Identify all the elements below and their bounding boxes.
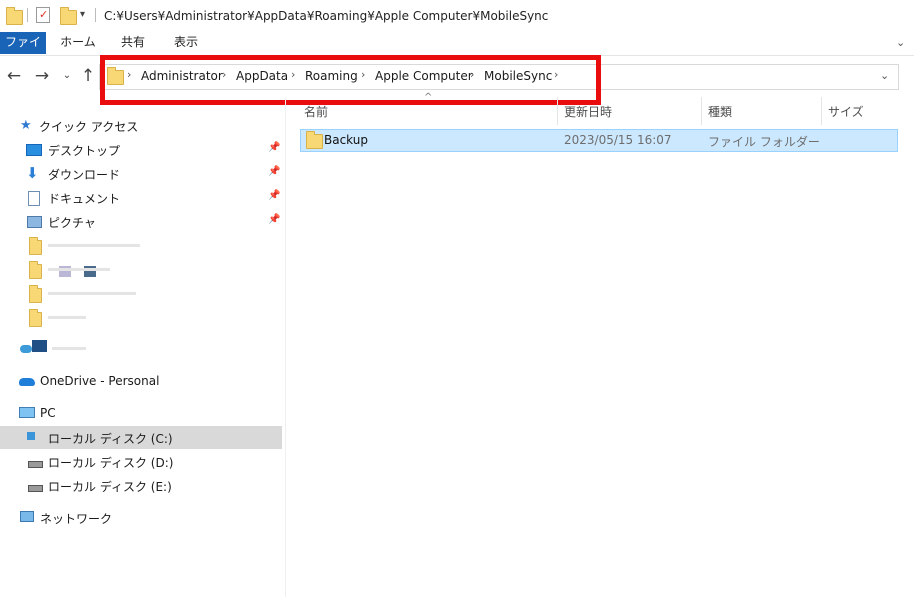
column-divider[interactable] xyxy=(701,97,702,125)
column-header-size[interactable]: サイズ xyxy=(828,103,864,120)
sidebar-item-downloads[interactable]: ⬇ ダウンロード 📌 xyxy=(0,162,282,185)
document-icon xyxy=(28,191,40,206)
sidebar-item-pictures[interactable]: ピクチャ 📌 xyxy=(0,210,282,233)
checklist-icon[interactable]: ✓ xyxy=(36,7,50,23)
obscured-label xyxy=(48,292,136,295)
folder-icon xyxy=(29,309,42,327)
pane-divider[interactable] xyxy=(285,97,286,597)
network-icon xyxy=(20,511,34,522)
column-divider[interactable] xyxy=(821,97,822,125)
sidebar-item-obscured[interactable] xyxy=(0,337,282,360)
window-title: C:¥Users¥Administrator¥AppData¥Roaming¥A… xyxy=(104,9,549,23)
ribbon-tabs: ファイル ホーム 共有 表示 ⌄ xyxy=(0,32,914,70)
sidebar-item-documents[interactable]: ドキュメント 📌 xyxy=(0,186,282,209)
tab-file[interactable]: ファイル xyxy=(0,32,46,70)
back-arrow-icon[interactable]: ← xyxy=(4,66,24,86)
dropdown-arrow-icon[interactable]: ▾ xyxy=(80,9,85,20)
sidebar-item-drive-c[interactable]: ローカル ディスク (C:) xyxy=(0,426,282,449)
file-name[interactable]: Backup xyxy=(324,133,368,147)
sidebar-item-quick-access[interactable]: ★ クイック アクセス xyxy=(0,114,282,137)
sidebar-item-onedrive[interactable]: OneDrive - Personal xyxy=(0,370,282,393)
drive-icon xyxy=(28,461,43,468)
column-divider[interactable] xyxy=(557,97,558,125)
sidebar-item-obscured[interactable] xyxy=(0,306,282,329)
sidebar-item-label: ローカル ディスク (D:) xyxy=(48,456,174,470)
sidebar-item-label: ダウンロード xyxy=(48,168,121,182)
picture-icon xyxy=(27,216,42,228)
desktop-icon xyxy=(26,144,42,156)
recent-dropdown-icon[interactable]: ⌄ xyxy=(57,66,77,86)
sidebar-item-obscured[interactable] xyxy=(0,258,282,281)
forward-arrow-icon[interactable]: → xyxy=(32,66,52,86)
sidebar-item-label: ネットワーク xyxy=(40,512,113,526)
navigation-pane: ★ クイック アクセス デスクトップ 📌 ⬇ ダウンロード 📌 ドキュメント 📌… xyxy=(0,97,285,597)
sidebar-item-label: クイック アクセス xyxy=(39,120,139,134)
sidebar-item-label: ローカル ディスク (C:) xyxy=(48,432,173,446)
table-row[interactable]: Backup 2023/05/15 16:07 ファイル フォルダー xyxy=(300,129,898,152)
up-arrow-icon[interactable]: ↑ xyxy=(78,66,98,86)
pc-icon xyxy=(19,407,35,418)
pin-icon[interactable]: 📌 xyxy=(268,142,280,153)
title-divider xyxy=(27,8,28,22)
sidebar-item-label: PC xyxy=(40,406,56,420)
folder-icon xyxy=(29,261,42,279)
obscured-label xyxy=(48,244,140,247)
tab-share[interactable]: 共有 xyxy=(112,32,154,54)
sidebar-item-label: ピクチャ xyxy=(48,216,96,230)
sidebar-item-label: デスクトップ xyxy=(48,144,121,158)
folder-icon xyxy=(29,285,42,303)
new-folder-icon[interactable] xyxy=(60,7,77,25)
file-type: ファイル フォルダー xyxy=(708,135,820,149)
tab-view[interactable]: 表示 xyxy=(164,32,208,54)
tab-home[interactable]: ホーム xyxy=(56,32,100,54)
cloud-icon xyxy=(20,345,32,353)
sidebar-item-label: ローカル ディスク (E:) xyxy=(48,480,172,494)
address-dropdown-icon[interactable]: ⌄ xyxy=(880,69,889,82)
column-header-modified[interactable]: 更新日時 xyxy=(564,103,612,120)
column-header-type[interactable]: 種類 xyxy=(708,103,732,120)
sort-indicator-icon: ^ xyxy=(424,92,433,103)
windows-drive-icon xyxy=(27,432,35,440)
ribbon-expand-icon[interactable]: ⌄ xyxy=(896,36,905,49)
onedrive-icon xyxy=(19,378,35,386)
obscured-label xyxy=(48,316,86,319)
title-bar: ✓ ▾ C:¥Users¥Administrator¥AppData¥Roami… xyxy=(0,0,914,32)
obscured-label xyxy=(48,268,110,271)
sidebar-item-drive-e[interactable]: ローカル ディスク (E:) xyxy=(0,474,282,497)
pin-icon[interactable]: 📌 xyxy=(268,214,280,225)
sidebar-item-obscured[interactable] xyxy=(0,234,282,257)
folder-icon xyxy=(306,131,323,149)
sidebar-item-label: OneDrive - Personal xyxy=(40,374,160,388)
pin-icon[interactable]: 📌 xyxy=(268,166,280,177)
obscured-label xyxy=(52,347,86,350)
obscured-block xyxy=(32,340,47,352)
star-icon: ★ xyxy=(20,118,32,133)
file-modified: 2023/05/15 16:07 xyxy=(564,133,672,147)
sidebar-item-label: ドキュメント xyxy=(48,192,121,206)
column-header-name[interactable]: 名前 xyxy=(304,103,328,120)
folder-icon xyxy=(29,237,42,255)
pin-icon[interactable]: 📌 xyxy=(268,190,280,201)
sidebar-item-pc[interactable]: PC xyxy=(0,402,282,425)
sidebar-item-drive-d[interactable]: ローカル ディスク (D:) xyxy=(0,450,282,473)
sidebar-item-obscured[interactable] xyxy=(0,282,282,305)
folder-icon xyxy=(6,7,23,25)
sidebar-item-network[interactable]: ネットワーク xyxy=(0,506,282,529)
sidebar-item-desktop[interactable]: デスクトップ 📌 xyxy=(0,138,282,161)
title-divider-2 xyxy=(95,8,96,22)
drive-icon xyxy=(28,485,43,492)
download-icon: ⬇ xyxy=(26,164,39,182)
